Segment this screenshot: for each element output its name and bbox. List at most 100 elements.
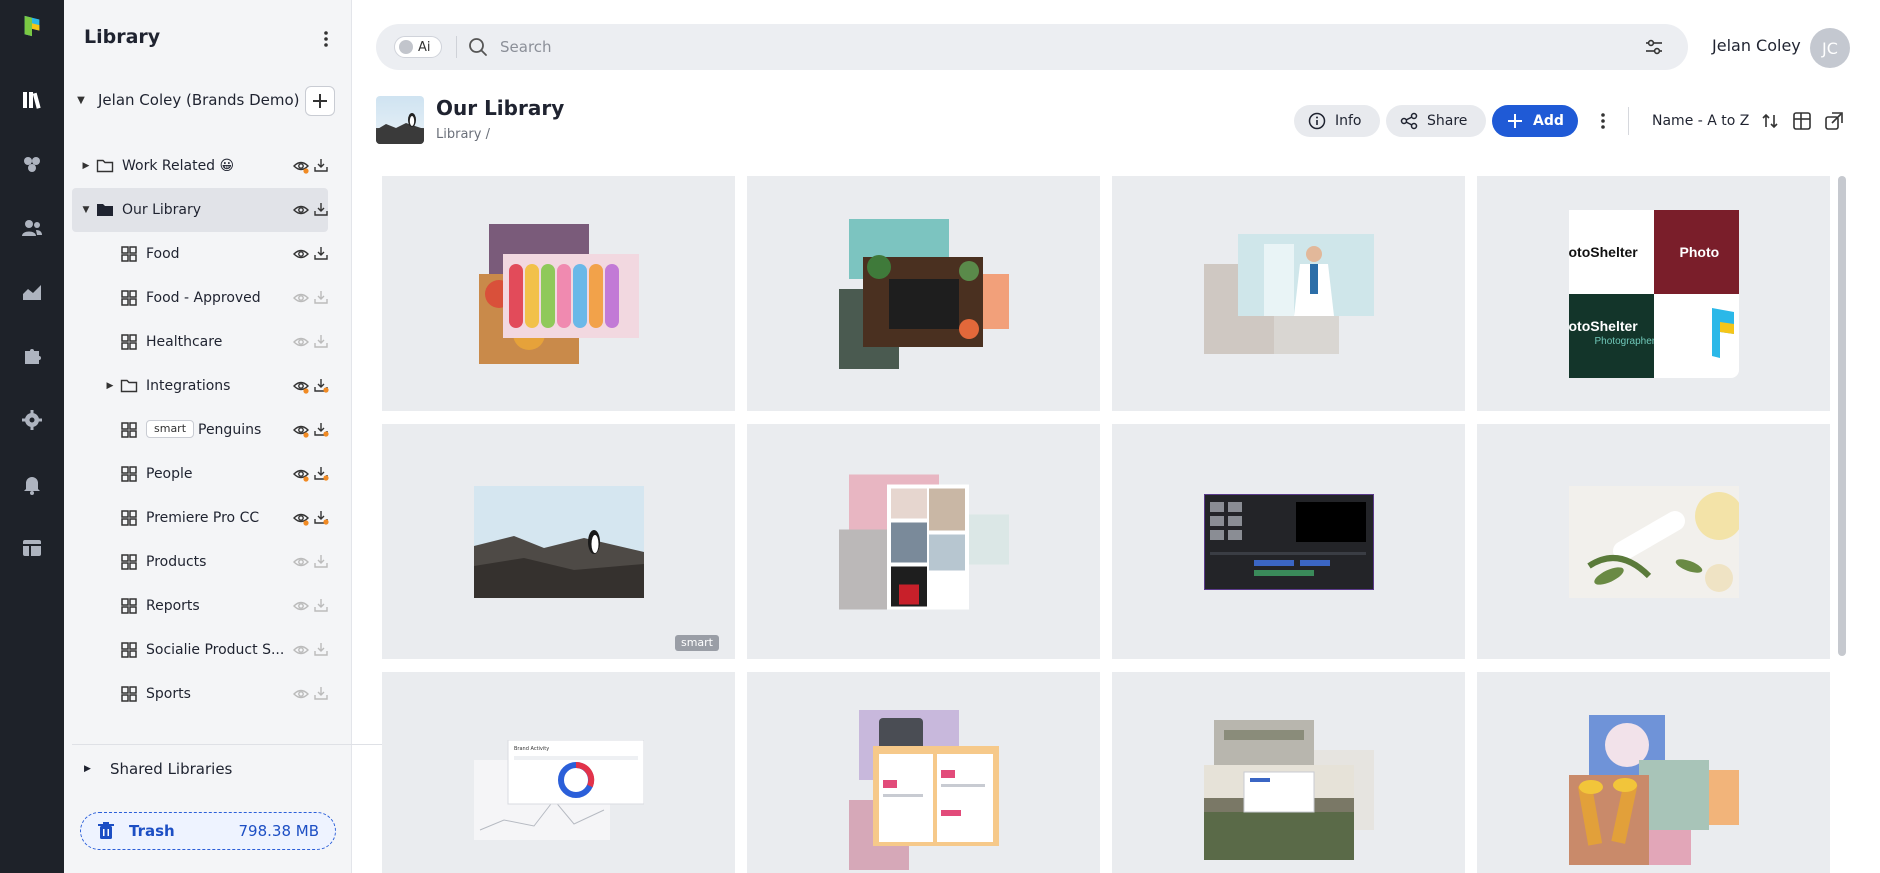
visibility-icon[interactable] bbox=[293, 466, 309, 482]
sidebar-item-premiere-pro-cc[interactable]: Premiere Pro CC bbox=[72, 496, 329, 540]
sidebar-item-label: Reports bbox=[146, 598, 200, 614]
gallery-card-healthcare[interactable] bbox=[1112, 176, 1465, 411]
visibility-icon[interactable] bbox=[293, 554, 309, 570]
search-input[interactable] bbox=[500, 32, 1600, 62]
library-icon[interactable] bbox=[8, 80, 56, 120]
visibility-icon[interactable] bbox=[293, 158, 309, 174]
download-icon[interactable] bbox=[313, 553, 329, 569]
info-button[interactable]: Info bbox=[1294, 105, 1380, 137]
visibility-icon[interactable] bbox=[293, 686, 309, 702]
visibility-icon[interactable] bbox=[293, 334, 309, 350]
download-icon[interactable] bbox=[313, 685, 329, 701]
gallery-card-food[interactable] bbox=[382, 176, 735, 411]
caret-right-icon: ▶ bbox=[84, 764, 91, 774]
download-icon[interactable] bbox=[313, 421, 329, 437]
caret-right-icon[interactable]: ▶ bbox=[104, 381, 116, 391]
sidebar-divider bbox=[72, 744, 406, 745]
settings-icon[interactable] bbox=[20, 408, 44, 432]
analytics-icon[interactable] bbox=[20, 280, 44, 304]
sidebar-item-sports[interactable]: Sports bbox=[72, 672, 328, 716]
account-row[interactable]: ▼ Jelan Coley (Brands Demo) bbox=[72, 86, 342, 114]
caret-down-icon[interactable]: ▼ bbox=[80, 205, 92, 215]
sidebar-item-our-library[interactable]: ▼ Our Library bbox=[72, 188, 328, 232]
integrations-icon[interactable] bbox=[20, 344, 44, 368]
premiere-preview-image bbox=[1203, 493, 1374, 590]
library-tree: ▶ Work Related 😀 ▼ Our Library Food Food - Ap… bbox=[72, 144, 329, 716]
smart-badge: smart bbox=[674, 635, 719, 651]
download-icon[interactable] bbox=[313, 465, 329, 481]
sidebar-item-food[interactable]: Food bbox=[72, 232, 328, 276]
visibility-icon[interactable] bbox=[293, 598, 309, 614]
gallery-card-work-related[interactable] bbox=[1477, 672, 1830, 873]
layout-icon[interactable] bbox=[20, 536, 44, 560]
plus-icon bbox=[1508, 114, 1522, 128]
share-icon bbox=[1400, 112, 1418, 130]
sidebar-title: Library bbox=[84, 26, 161, 48]
logo-tile-subtext: Photographer bbox=[1594, 335, 1654, 347]
caret-down-icon[interactable]: ▼ bbox=[72, 95, 90, 106]
gallery-card-sports[interactable] bbox=[1112, 672, 1465, 873]
download-icon[interactable] bbox=[313, 641, 329, 657]
open-panel-icon[interactable] bbox=[1824, 111, 1844, 131]
gallery-card-people[interactable] bbox=[747, 424, 1100, 659]
gallery-card-penguins[interactable]: smart bbox=[382, 424, 735, 659]
visibility-icon[interactable] bbox=[293, 246, 309, 262]
share-button[interactable]: Share bbox=[1386, 105, 1486, 137]
download-icon[interactable] bbox=[313, 157, 329, 173]
download-icon[interactable] bbox=[313, 377, 329, 393]
gallery-card-premiere-pro-cc[interactable] bbox=[1112, 424, 1465, 659]
visibility-icon[interactable] bbox=[293, 422, 309, 438]
download-icon[interactable] bbox=[313, 509, 329, 525]
users-icon[interactable] bbox=[20, 216, 44, 240]
download-icon[interactable] bbox=[313, 597, 329, 613]
visibility-icon[interactable] bbox=[293, 290, 309, 306]
gallery-card-reports[interactable]: Brand Activity bbox=[382, 672, 735, 873]
gallery-card-socialie[interactable] bbox=[747, 672, 1100, 873]
add-library-button[interactable] bbox=[305, 86, 335, 116]
add-button[interactable]: Add bbox=[1492, 105, 1578, 137]
notifications-icon[interactable] bbox=[20, 472, 44, 496]
ai-search-toggle[interactable]: Ai bbox=[394, 36, 442, 58]
visibility-icon[interactable] bbox=[293, 378, 309, 394]
sidebar-item-penguins[interactable]: smart Penguins bbox=[72, 408, 329, 452]
sidebar-item-food-approved[interactable]: Food - Approved bbox=[72, 276, 328, 320]
sidebar-item-reports[interactable]: Reports bbox=[72, 584, 328, 628]
sidebar-item-products[interactable]: Products bbox=[72, 540, 328, 584]
logo-tile-white: otoShelter bbox=[1568, 209, 1654, 294]
sidebar-item-label: Integrations bbox=[146, 378, 231, 394]
shared-libraries-toggle[interactable]: ▶ Shared Libraries bbox=[84, 758, 232, 780]
gallery-icon bbox=[121, 598, 137, 614]
smart-chip: smart bbox=[146, 420, 195, 438]
header-divider bbox=[1628, 107, 1629, 135]
sort-dropdown[interactable]: Name - A to Z bbox=[1652, 113, 1749, 129]
gallery-card-food-approved[interactable] bbox=[747, 176, 1100, 411]
gallery-icon bbox=[121, 290, 137, 306]
caret-right-icon[interactable]: ▶ bbox=[80, 161, 92, 171]
gallery-card-integrations[interactable]: otoShelter Photo otoShelter Photographer bbox=[1477, 176, 1830, 411]
visibility-icon[interactable] bbox=[293, 510, 309, 526]
download-icon[interactable] bbox=[313, 289, 329, 305]
user-name[interactable]: Jelan Coley bbox=[1712, 36, 1801, 55]
filter-icon[interactable] bbox=[1644, 37, 1664, 57]
app-logo-icon[interactable] bbox=[20, 14, 44, 40]
download-icon[interactable] bbox=[313, 333, 329, 349]
more-actions-icon[interactable] bbox=[1594, 111, 1612, 131]
visibility-icon[interactable] bbox=[293, 202, 309, 218]
collections-icon[interactable] bbox=[20, 152, 44, 176]
trash-button[interactable]: Trash 798.38 MB bbox=[80, 812, 336, 850]
grid-scrollbar[interactable] bbox=[1838, 176, 1846, 656]
breadcrumb[interactable]: Library / bbox=[436, 127, 490, 142]
sort-direction-icon[interactable] bbox=[1760, 111, 1780, 131]
sidebar-more-icon[interactable] bbox=[316, 28, 336, 50]
download-icon[interactable] bbox=[313, 201, 329, 217]
sidebar-item-work-related[interactable]: ▶ Work Related 😀 bbox=[72, 144, 328, 188]
sidebar-item-healthcare[interactable]: Healthcare bbox=[72, 320, 328, 364]
sidebar-item-integrations[interactable]: ▶ Integrations bbox=[72, 364, 329, 408]
download-icon[interactable] bbox=[313, 245, 329, 261]
grid-view-icon[interactable] bbox=[1792, 111, 1812, 131]
avatar[interactable]: JC bbox=[1810, 28, 1850, 68]
sidebar-item-socialie-product-s[interactable]: Socialie Product S... bbox=[72, 628, 328, 672]
visibility-icon[interactable] bbox=[293, 642, 309, 658]
gallery-card-products[interactable] bbox=[1477, 424, 1830, 659]
sidebar-item-people[interactable]: People bbox=[72, 452, 329, 496]
